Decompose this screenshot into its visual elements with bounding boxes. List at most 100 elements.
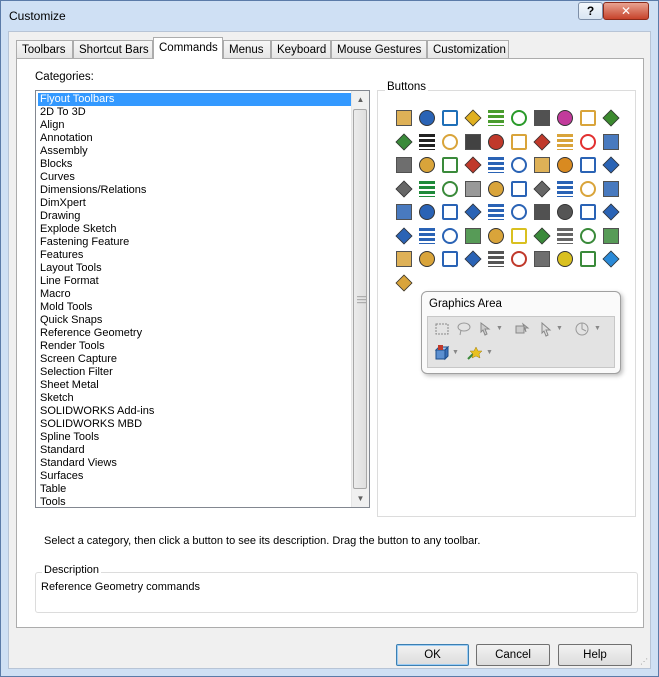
- category-item[interactable]: Fastening Feature: [38, 236, 352, 249]
- command-button-icon[interactable]: [418, 227, 436, 245]
- command-button-icon[interactable]: [487, 180, 505, 198]
- categories-listbox[interactable]: Flyout Toolbars 2D To 3D Align Annotation As…: [35, 90, 370, 508]
- category-item[interactable]: Flyout Toolbars: [38, 93, 352, 106]
- select-icon[interactable]: [538, 321, 554, 337]
- category-item[interactable]: Screen Capture: [38, 353, 352, 366]
- category-item[interactable]: Dimensions/Relations: [38, 184, 352, 197]
- command-button-icon[interactable]: [487, 250, 505, 268]
- category-item[interactable]: Tools: [38, 496, 352, 509]
- category-item[interactable]: Reference Geometry: [38, 327, 352, 340]
- command-button-icon[interactable]: [441, 133, 459, 151]
- category-item[interactable]: Explode Sketch: [38, 223, 352, 236]
- command-button-icon[interactable]: [510, 203, 528, 221]
- command-button-icon[interactable]: [418, 133, 436, 151]
- title-help-button[interactable]: ?: [578, 2, 603, 20]
- command-button-icon[interactable]: [579, 156, 597, 174]
- category-item[interactable]: Table: [38, 483, 352, 496]
- command-button-icon[interactable]: [464, 227, 482, 245]
- command-button-icon[interactable]: [395, 250, 413, 268]
- ok-button[interactable]: OK: [396, 644, 469, 666]
- command-button-icon[interactable]: [418, 109, 436, 127]
- command-button-icon[interactable]: [602, 250, 620, 268]
- category-item[interactable]: Macro: [38, 288, 352, 301]
- command-button-icon[interactable]: [395, 203, 413, 221]
- command-button-icon[interactable]: [441, 180, 459, 198]
- command-button-icon[interactable]: [579, 133, 597, 151]
- category-item[interactable]: Selection Filter: [38, 366, 352, 379]
- scroll-down-icon[interactable]: ▼: [352, 490, 369, 507]
- command-button-icon[interactable]: [418, 203, 436, 221]
- smart-dimension-icon[interactable]: [466, 345, 482, 361]
- command-button-icon[interactable]: [487, 227, 505, 245]
- command-button-icon[interactable]: [510, 227, 528, 245]
- category-item[interactable]: Sketch: [38, 392, 352, 405]
- command-button-icon[interactable]: [602, 133, 620, 151]
- view-orientation-icon[interactable]: [434, 345, 450, 361]
- command-button-icon[interactable]: [395, 180, 413, 198]
- category-item[interactable]: Annotation: [38, 132, 352, 145]
- command-button-icon[interactable]: [464, 180, 482, 198]
- chevron-down-icon[interactable]: ▼: [452, 349, 459, 356]
- command-button-icon[interactable]: [533, 133, 551, 151]
- command-button-icon[interactable]: [510, 250, 528, 268]
- category-item[interactable]: Layout Tools: [38, 262, 352, 275]
- command-button-icon[interactable]: [579, 250, 597, 268]
- command-button-icon[interactable]: [487, 203, 505, 221]
- category-item[interactable]: Sheet Metal: [38, 379, 352, 392]
- command-button-icon[interactable]: [533, 227, 551, 245]
- close-button[interactable]: ✕: [603, 2, 649, 20]
- command-button-icon[interactable]: [556, 109, 574, 127]
- chevron-down-icon[interactable]: ▼: [496, 325, 503, 332]
- chevron-down-icon[interactable]: ▼: [556, 325, 563, 332]
- category-item[interactable]: Render Tools: [38, 340, 352, 353]
- command-button-icon[interactable]: [464, 109, 482, 127]
- categories-scrollbar[interactable]: ▲ — — — ▼: [351, 91, 369, 507]
- cancel-button[interactable]: Cancel: [476, 644, 550, 666]
- category-item[interactable]: Drawing: [38, 210, 352, 223]
- command-button-icon[interactable]: [510, 133, 528, 151]
- command-button-icon[interactable]: [441, 109, 459, 127]
- category-item[interactable]: SOLIDWORKS Add-ins: [38, 405, 352, 418]
- command-button-icon[interactable]: [418, 180, 436, 198]
- tab-keyboard[interactable]: Keyboard: [271, 40, 331, 58]
- command-button-icon[interactable]: [464, 250, 482, 268]
- category-item[interactable]: SOLIDWORKS MBD: [38, 418, 352, 431]
- command-button-icon[interactable]: [602, 180, 620, 198]
- command-button-icon[interactable]: [533, 180, 551, 198]
- command-button-icon[interactable]: [579, 227, 597, 245]
- category-item[interactable]: Mold Tools: [38, 301, 352, 314]
- command-button-icon[interactable]: [418, 250, 436, 268]
- command-button-icon[interactable]: [533, 156, 551, 174]
- category-item[interactable]: Standard: [38, 444, 352, 457]
- chevron-down-icon[interactable]: ▼: [594, 325, 601, 332]
- command-button-icon[interactable]: [510, 156, 528, 174]
- select-filter-icon[interactable]: [478, 321, 494, 337]
- command-button-icon[interactable]: [602, 203, 620, 221]
- tab-commands[interactable]: Commands: [153, 37, 223, 59]
- command-button-icon[interactable]: [510, 180, 528, 198]
- command-button-icon[interactable]: [602, 156, 620, 174]
- category-item[interactable]: 2D To 3D: [38, 106, 352, 119]
- rotate-view-icon[interactable]: [574, 321, 590, 337]
- category-item[interactable]: Align: [38, 119, 352, 132]
- lasso-select-icon[interactable]: [456, 321, 472, 337]
- category-item[interactable]: Assembly: [38, 145, 352, 158]
- command-button-icon[interactable]: [464, 156, 482, 174]
- select-other-icon[interactable]: [514, 321, 530, 337]
- scrollbar-thumb[interactable]: — — —: [353, 109, 367, 489]
- command-button-icon[interactable]: [556, 227, 574, 245]
- chevron-down-icon[interactable]: ▼: [486, 349, 493, 356]
- command-button-icon[interactable]: [556, 250, 574, 268]
- command-button-icon[interactable]: [533, 203, 551, 221]
- command-button-icon[interactable]: [395, 227, 413, 245]
- command-button-icon[interactable]: [533, 109, 551, 127]
- scroll-up-icon[interactable]: ▲: [352, 91, 369, 108]
- category-item[interactable]: Standard Views: [38, 457, 352, 470]
- command-button-icon[interactable]: [441, 250, 459, 268]
- command-button-icon[interactable]: [487, 156, 505, 174]
- command-button-icon[interactable]: [487, 109, 505, 127]
- help-button[interactable]: Help: [558, 644, 632, 666]
- category-item[interactable]: Quick Snaps: [38, 314, 352, 327]
- box-select-icon[interactable]: [434, 321, 450, 337]
- command-button-icon[interactable]: [395, 156, 413, 174]
